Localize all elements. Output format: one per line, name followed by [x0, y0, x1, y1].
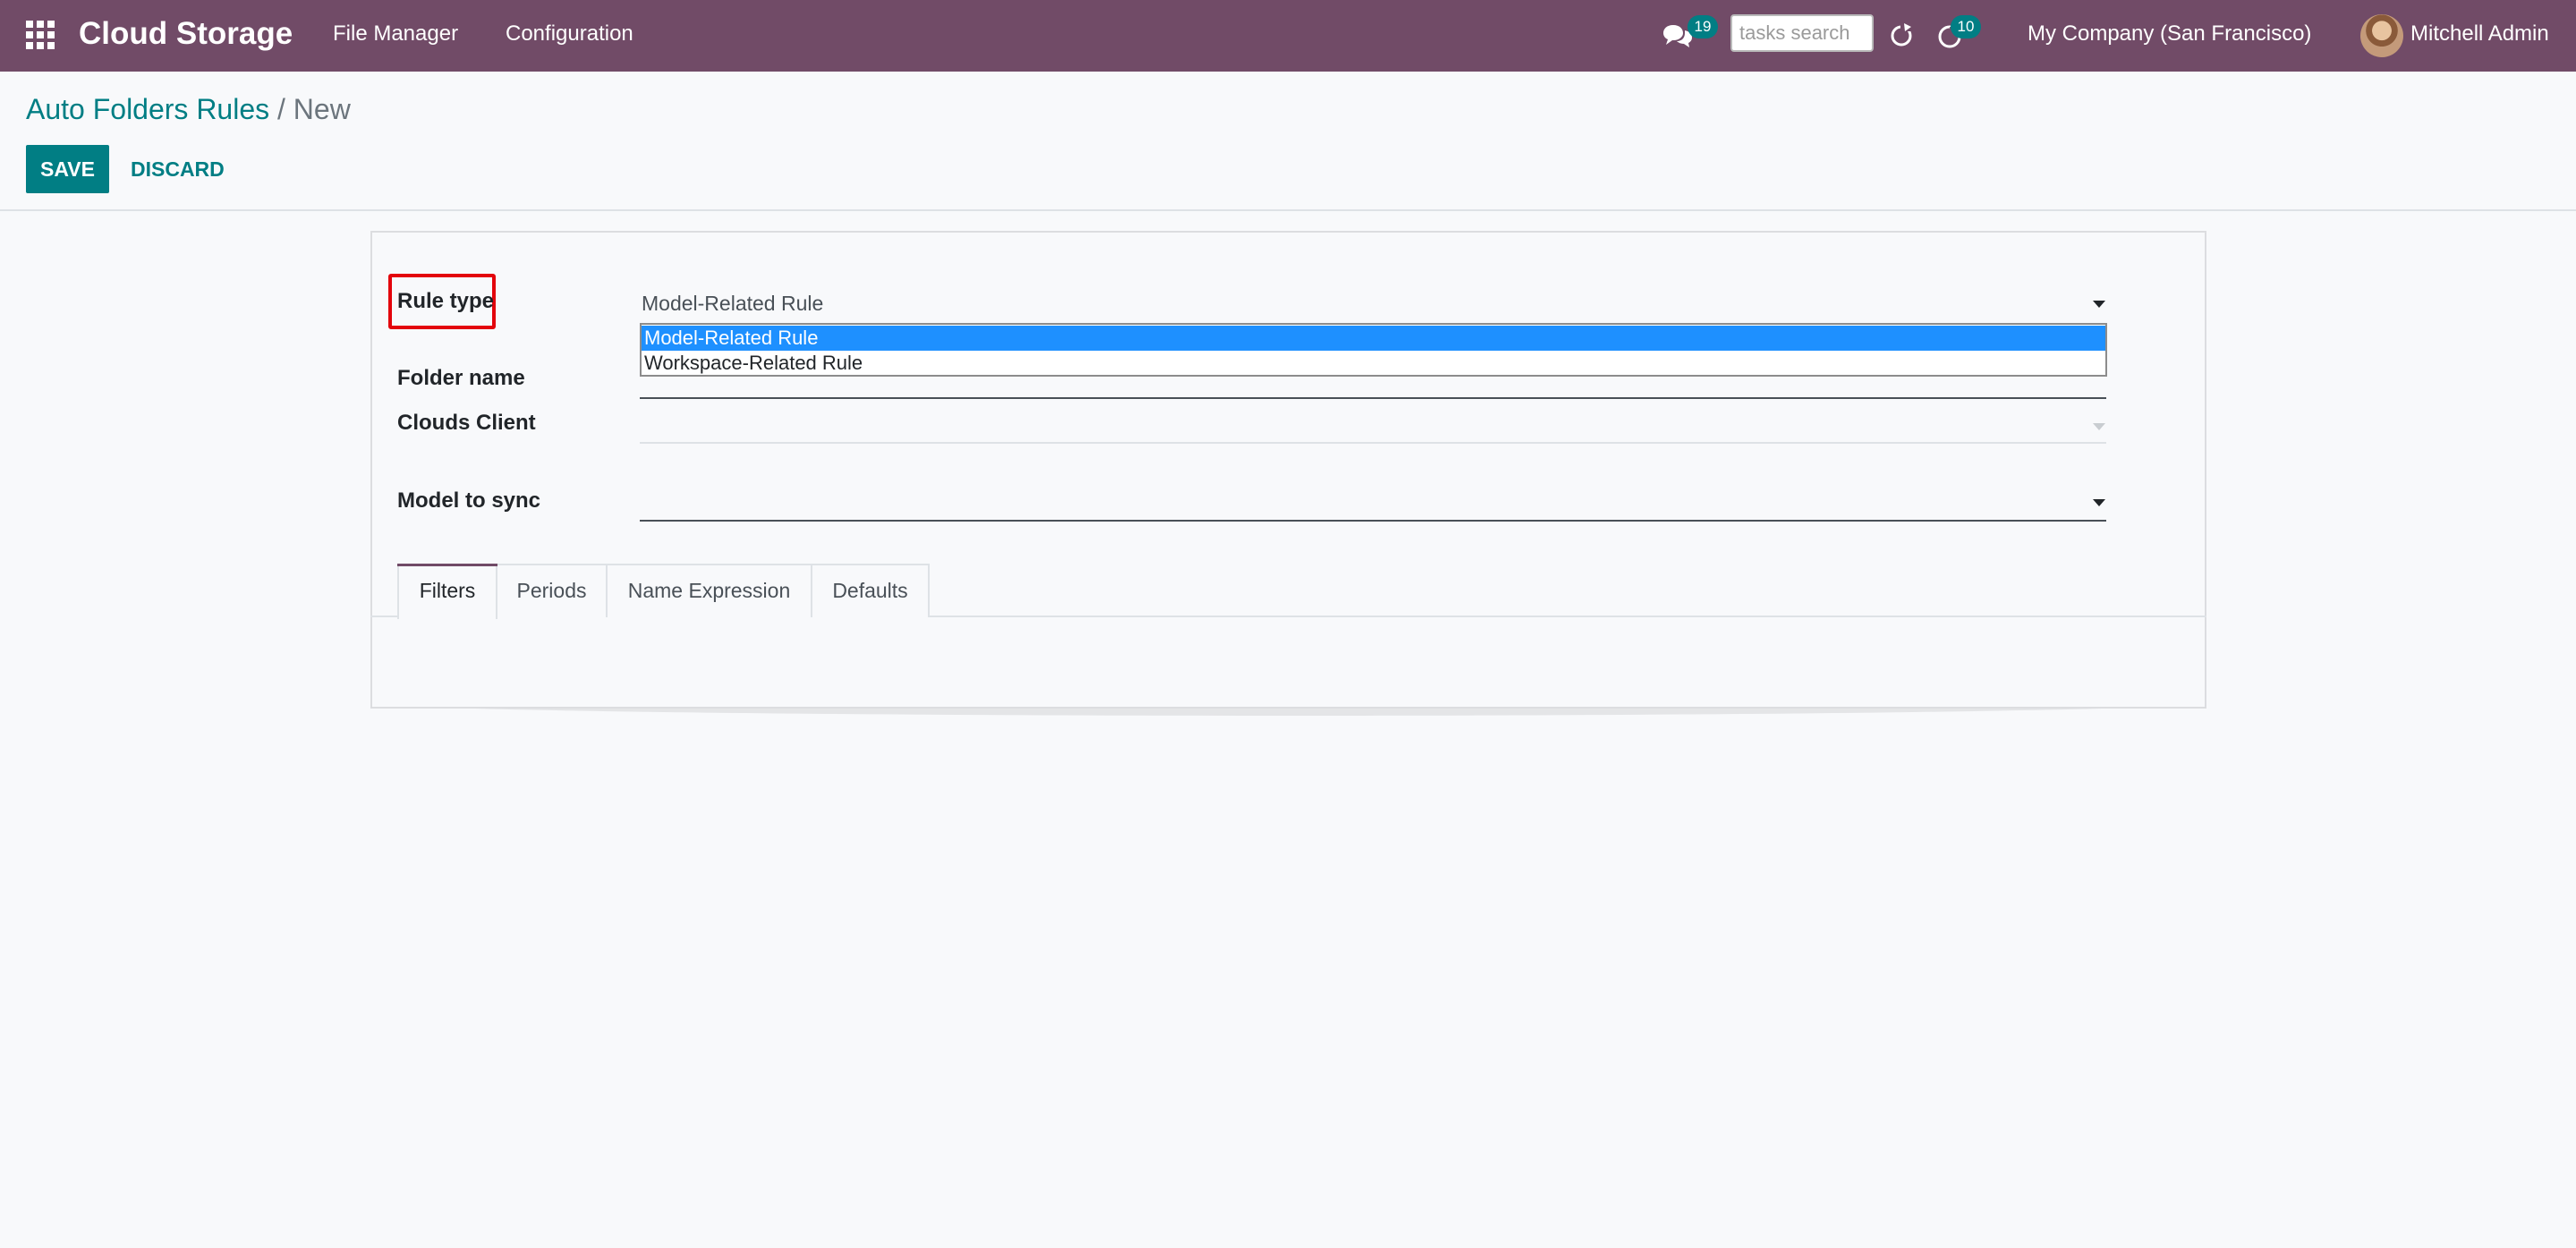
model-to-sync-caret-icon[interactable] — [2093, 499, 2105, 506]
tab-name-expression[interactable]: Name Expression — [606, 564, 812, 617]
breadcrumb-current: New — [293, 93, 351, 125]
breadcrumb-separator: / — [277, 93, 285, 125]
tab-filters[interactable]: Filters — [397, 564, 497, 619]
model-to-sync-input[interactable] — [640, 520, 2106, 522]
menu-configuration[interactable]: Configuration — [506, 20, 633, 48]
folder-name-input[interactable] — [640, 397, 2106, 399]
menu-file-manager[interactable]: File Manager — [333, 20, 458, 48]
tasks-search-input[interactable] — [1730, 14, 1874, 52]
control-panel: Auto Folders Rules / New SAVE DISCARD — [0, 72, 2576, 211]
top-navbar: Cloud Storage File Manager Configuration… — [0, 0, 2576, 72]
clouds-client-label: Clouds Client — [397, 411, 536, 435]
tab-defaults[interactable]: Defaults — [811, 564, 930, 617]
save-button[interactable]: SAVE — [26, 145, 109, 193]
breadcrumb-parent-link[interactable]: Auto Folders Rules — [26, 93, 269, 125]
clouds-client-input[interactable] — [640, 442, 2106, 444]
messages-badge: 19 — [1688, 15, 1718, 38]
company-switcher[interactable]: My Company (San Francisco) — [2028, 20, 2311, 48]
breadcrumb: Auto Folders Rules / New — [26, 89, 351, 129]
folder-name-label: Folder name — [397, 366, 525, 390]
option-workspace-related-rule[interactable]: Workspace-Related Rule — [642, 351, 2105, 376]
refresh-icon[interactable] — [1888, 20, 1915, 50]
model-to-sync-label: Model to sync — [397, 488, 541, 513]
rule-type-label: Rule type — [397, 289, 495, 313]
app-title[interactable]: Cloud Storage — [79, 14, 293, 54]
rule-type-select[interactable]: Model-Related Rule — [642, 290, 823, 317]
discard-button[interactable]: DISCARD — [118, 145, 237, 193]
activities-badge: 10 — [1951, 15, 1981, 38]
rule-type-caret-icon[interactable] — [2093, 301, 2105, 308]
tab-periods[interactable]: Periods — [496, 564, 608, 617]
apps-menu-icon[interactable] — [25, 20, 55, 50]
rule-type-dropdown: Model-Related Rule Workspace-Related Rul… — [640, 323, 2107, 377]
user-menu[interactable]: Mitchell Admin — [2410, 20, 2549, 48]
option-model-related-rule[interactable]: Model-Related Rule — [642, 326, 2105, 351]
clouds-client-caret-icon[interactable] — [2093, 423, 2105, 430]
user-avatar[interactable] — [2360, 14, 2403, 57]
